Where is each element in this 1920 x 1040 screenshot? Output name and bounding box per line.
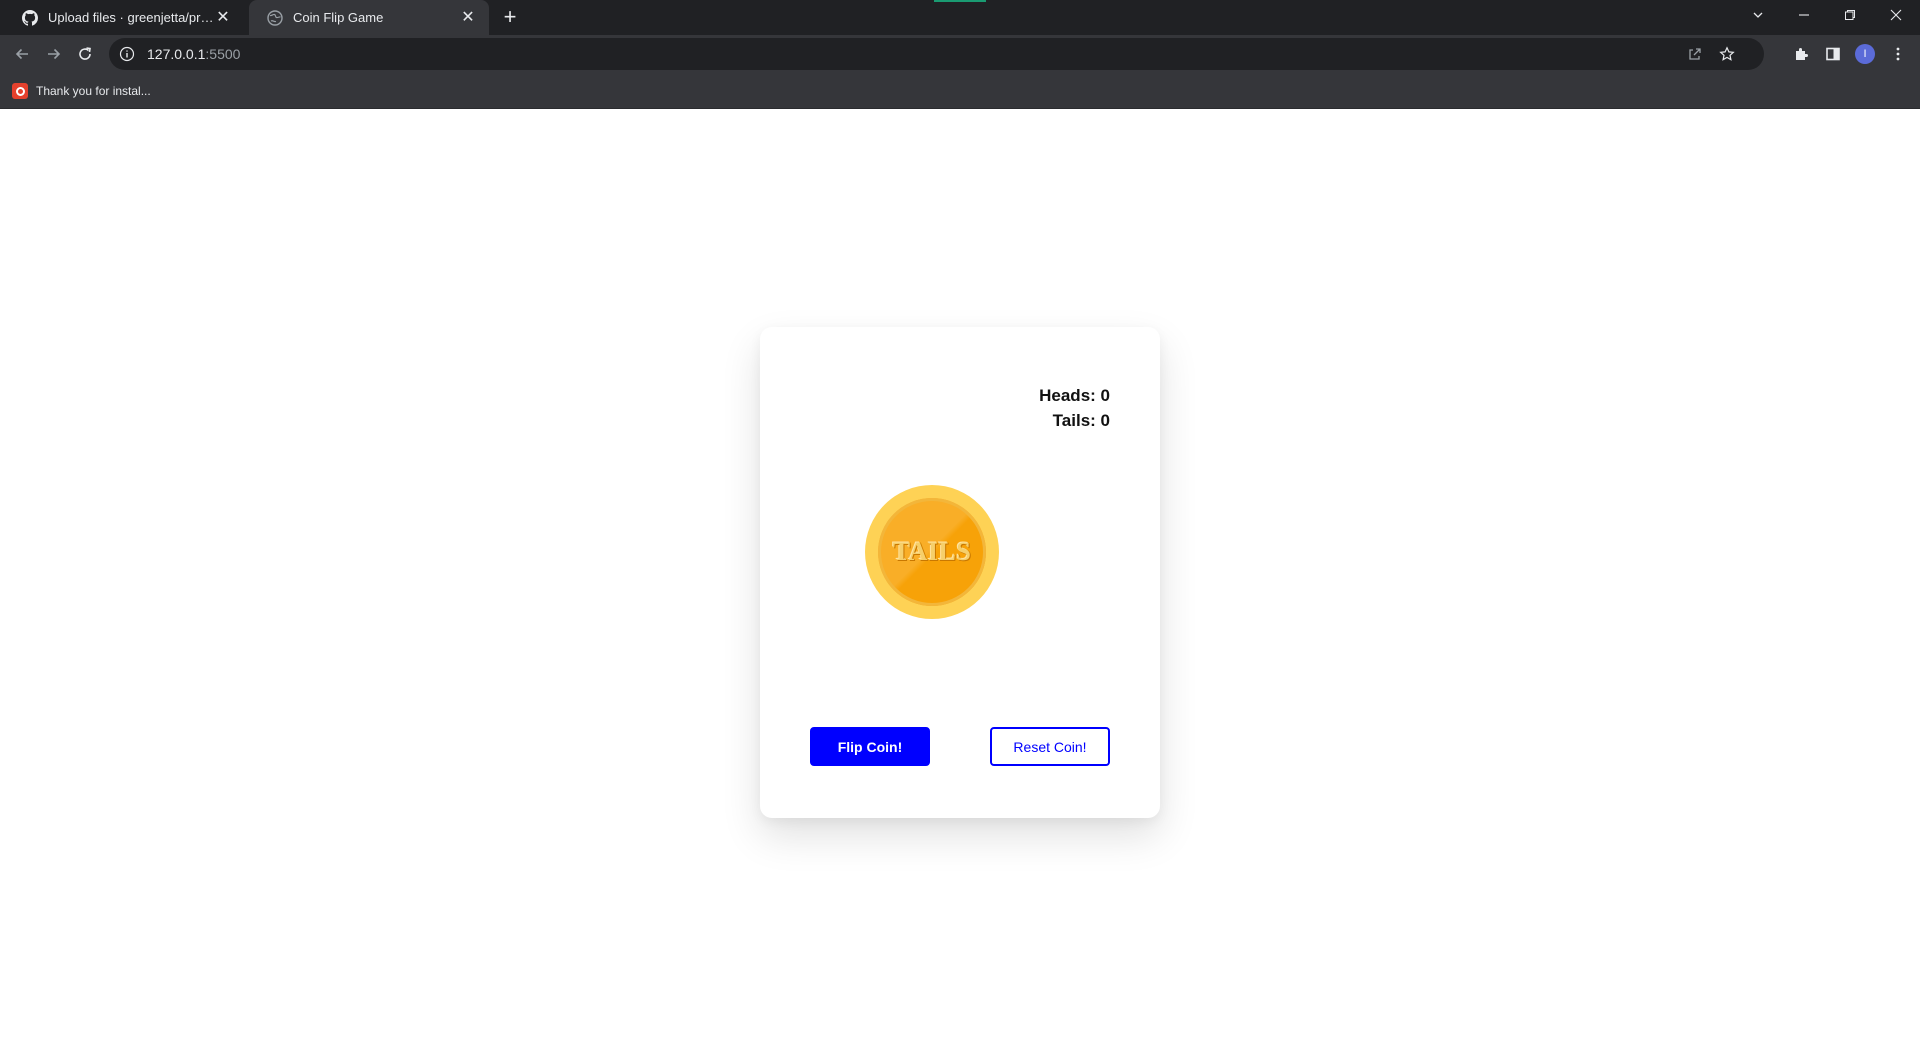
close-icon[interactable]: ✕ [459,9,477,27]
browser-chrome: Upload files · greenjetta/projects ✕ Coi… [0,0,1920,109]
coin-face: TAILS [878,498,986,606]
score-stats: Heads: 0 Tails: 0 [1039,383,1110,433]
new-tab-button[interactable]: + [498,6,522,30]
tab-strip-accent [934,0,986,2]
globe-icon [267,9,283,26]
extensions-puzzle-icon[interactable] [1789,42,1813,66]
reset-coin-button[interactable]: Reset Coin! [990,727,1110,766]
flip-coin-button[interactable]: Flip Coin! [810,727,930,766]
bookmark-label: Thank you for instal... [36,84,151,98]
tails-count: Tails: 0 [1052,411,1110,430]
kebab-menu-icon[interactable] [1886,42,1910,66]
bookmarks-bar: Thank you for instal... [0,73,1920,109]
heads-count: Heads: 0 [1039,386,1110,405]
restore-icon[interactable] [1827,0,1873,30]
bookmark-star-icon[interactable] [1718,45,1736,63]
window-close-icon[interactable] [1873,0,1919,30]
tab-strip: Upload files · greenjetta/projects ✕ Coi… [0,0,1920,35]
bookmark-item[interactable]: Thank you for instal... [12,81,151,101]
share-icon[interactable] [1686,45,1704,63]
back-arrow-icon[interactable] [10,42,34,66]
tab-upload-files[interactable]: Upload files · greenjetta/projects ✕ [4,0,244,35]
tab-title: Coin Flip Game [293,10,384,25]
reload-icon[interactable] [73,42,97,66]
url-host: 127.0.0.1 [147,46,206,62]
url-port: :5500 [205,46,241,62]
tab-title: Upload files · greenjetta/projects [48,10,214,25]
tab-coin-flip-game[interactable]: Coin Flip Game ✕ [249,0,489,35]
site-info-icon[interactable] [119,46,135,62]
forward-arrow-icon[interactable] [42,42,66,66]
coin-face-label: TAILS [892,537,972,566]
opera-o-icon [12,83,28,99]
browser-toolbar: 127.0.0.1:5500 I [0,35,1920,73]
minimize-icon[interactable] [1781,0,1827,30]
side-panel-icon[interactable] [1821,42,1845,66]
tab-search-icon[interactable] [1735,0,1781,30]
address-bar[interactable]: 127.0.0.1:5500 [109,38,1764,70]
coin: TAILS [865,485,999,619]
github-icon [22,9,38,26]
coin-flip-card: Heads: 0 Tails: 0 TAILS Flip Coin! Reset… [760,327,1160,818]
avatar-initial: I [1855,44,1875,64]
close-icon[interactable]: ✕ [214,9,232,27]
profile-avatar[interactable]: I [1853,42,1877,66]
page-viewport: Heads: 0 Tails: 0 TAILS Flip Coin! Reset… [0,109,1920,1040]
